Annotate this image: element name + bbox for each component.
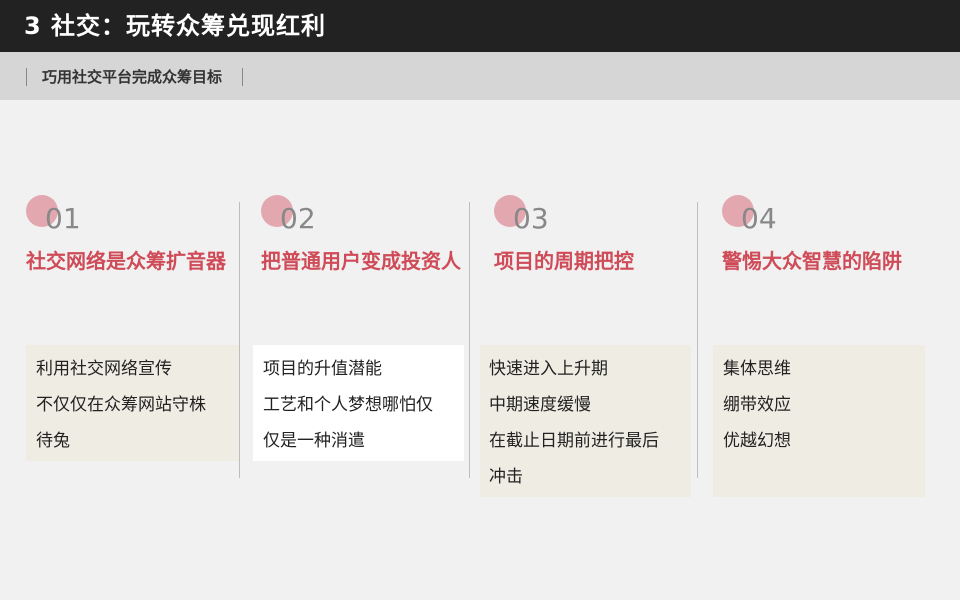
column-number: 04	[741, 202, 777, 235]
box-line: 工艺和个人梦想哪怕仅	[263, 395, 433, 415]
box-line: 中期速度缓慢	[489, 395, 591, 415]
column-box: 集体思维 绷带效应 优越幻想	[713, 345, 925, 497]
box-line: 不仅仅在众筹网站守株	[36, 395, 206, 415]
box-line: 集体思维	[723, 359, 791, 379]
box-line: 快速进入上升期	[489, 359, 608, 379]
column-heading: 项目的周期把控	[494, 249, 634, 273]
box-line: 绷带效应	[723, 395, 791, 415]
box-line: 冲击	[489, 467, 523, 487]
box-line: 在截止日期前进行最后	[489, 431, 659, 451]
column-number: 01	[45, 202, 81, 235]
column-box: 项目的升值潜能 工艺和个人梦想哪怕仅 仅是一种消遣	[253, 345, 464, 461]
subtitle-separator-left	[26, 68, 27, 86]
page-title: 3 社交：玩转众筹兑现红利	[24, 12, 327, 40]
column-number: 02	[280, 202, 316, 235]
subtitle-bar: 巧用社交平台完成众筹目标	[0, 52, 960, 100]
column-heading: 警惕大众智慧的陷阱	[722, 249, 902, 273]
box-line: 待兔	[36, 431, 70, 451]
column-box: 快速进入上升期 中期速度缓慢 在截止日期前进行最后 冲击	[480, 345, 691, 497]
box-line: 优越幻想	[723, 431, 791, 451]
column-divider	[697, 202, 698, 478]
column-heading: 社交网络是众筹扩音器	[26, 249, 226, 273]
box-line: 项目的升值潜能	[263, 359, 382, 379]
column-divider	[239, 202, 240, 478]
subtitle-separator-right	[242, 68, 243, 86]
subtitle: 巧用社交平台完成众筹目标	[42, 68, 223, 86]
title-bar: 3 社交：玩转众筹兑现红利	[0, 0, 960, 52]
column-box: 利用社交网络宣传 不仅仅在众筹网站守株 待兔	[26, 345, 240, 461]
box-line: 仅是一种消遣	[263, 431, 365, 451]
column-number: 03	[513, 202, 549, 235]
box-line: 利用社交网络宣传	[36, 359, 172, 379]
column-heading: 把普通用户变成投资人	[261, 249, 461, 273]
column-divider	[469, 202, 470, 478]
